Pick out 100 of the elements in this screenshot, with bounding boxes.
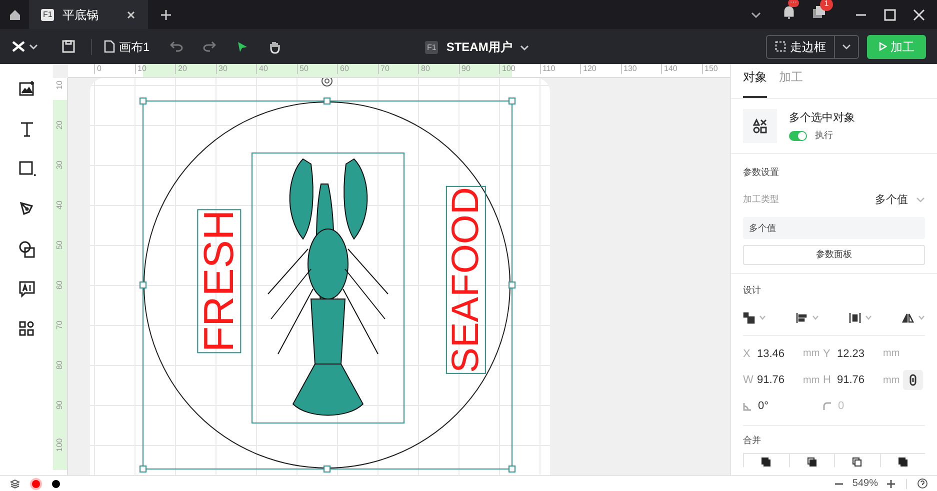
ai-chat-icon[interactable] (18, 280, 36, 298)
unit-label: mm (803, 374, 820, 388)
exclude-button[interactable] (880, 453, 925, 467)
flip-dropdown[interactable] (902, 312, 925, 324)
distribute-icon (849, 312, 861, 324)
windows-badge: 1 (820, 0, 833, 10)
redo-icon[interactable] (202, 41, 216, 52)
color-swatch[interactable] (32, 480, 40, 488)
corner-radius-icon (823, 402, 832, 411)
hand-icon[interactable] (268, 40, 281, 54)
process-type-dropdown[interactable]: 多个值 (875, 192, 925, 208)
object-title: 多个选中对象 (789, 110, 855, 126)
select-arrow-icon[interactable] (236, 40, 248, 52)
canvas-file-button[interactable]: 画布1 (104, 38, 150, 56)
angle-value[interactable]: 0° (758, 398, 769, 414)
caret-icon (865, 314, 872, 321)
ruler-label: 130 (620, 64, 637, 74)
layers-icon[interactable] (10, 478, 20, 488)
file-tab[interactable]: F1 平底锅 (29, 0, 148, 29)
caret-icon (812, 314, 819, 321)
ruler-label: 50 (55, 240, 65, 252)
undo-icon[interactable] (170, 41, 183, 52)
file-icon (104, 40, 115, 53)
caret-icon[interactable] (29, 42, 38, 51)
color-swatch[interactable] (52, 480, 60, 488)
ruler-label: 10 (134, 64, 146, 74)
ruler-label: 10 (55, 80, 65, 92)
union-button[interactable] (743, 453, 788, 467)
field-label: W (743, 372, 751, 388)
shapes-icon[interactable] (18, 240, 36, 258)
ruler-label: 40 (256, 64, 268, 74)
frame-dropdown-button[interactable] (835, 34, 859, 58)
ruler-label: 100 (499, 64, 516, 74)
caret-icon (918, 314, 925, 321)
panel-tab[interactable]: 对象 (743, 68, 767, 98)
params-panel-button[interactable]: 参数面板 (743, 245, 925, 265)
align-left-icon (796, 312, 808, 324)
ruler-label: 40 (55, 200, 65, 212)
field-value[interactable]: 12.23 (837, 346, 877, 362)
intersect-button[interactable] (834, 453, 880, 467)
ruler-label: 60 (337, 64, 349, 74)
bell-icon[interactable] (782, 4, 796, 18)
section-heading: 合并 (743, 434, 762, 446)
distribute-dropdown[interactable] (849, 312, 872, 324)
ruler-label: 140 (661, 64, 678, 74)
zoom-in-icon[interactable] (886, 478, 896, 488)
ruler-label: 20 (55, 120, 65, 132)
ruler-label: 30 (216, 64, 228, 74)
caret-icon (759, 314, 766, 321)
frame-button[interactable]: 走边框 (766, 34, 835, 58)
device-badge: F1 (425, 40, 438, 54)
field-label: H (823, 372, 831, 388)
field-value[interactable]: 13.46 (757, 346, 797, 362)
field-value[interactable]: 91.76 (757, 372, 797, 388)
ruler-label: 70 (55, 320, 65, 332)
file-badge: F1 (41, 8, 54, 20)
exclude-icon (898, 457, 908, 467)
tab-label: 平底锅 (62, 6, 98, 24)
caret-icon (520, 42, 530, 52)
save-icon[interactable] (62, 40, 75, 53)
zoom-level: 549% (852, 477, 878, 491)
toggle-switch[interactable] (789, 130, 807, 141)
arrange-dropdown[interactable] (743, 312, 766, 324)
rectangle-tool-icon[interactable] (18, 160, 36, 178)
dashed-square-icon (775, 41, 786, 52)
ruler-label: 80 (418, 64, 430, 74)
image-add-icon[interactable] (18, 80, 36, 98)
close-icon[interactable] (126, 10, 136, 20)
ruler-label: 60 (55, 280, 65, 292)
arrange-icon (743, 312, 755, 324)
ruler-label: 100 (55, 437, 65, 454)
device-selector[interactable]: F1 STEAM用户 (425, 38, 530, 56)
caret-icon (916, 195, 925, 204)
ruler-label: 50 (296, 64, 308, 74)
ruler-label: 90 (458, 64, 470, 74)
value-field[interactable]: 多个值 (743, 217, 925, 239)
unit-label: mm (803, 347, 820, 362)
ruler-label: 80 (55, 360, 65, 372)
align-left-dropdown[interactable] (796, 312, 819, 324)
ruler-label: 90 (55, 400, 65, 412)
plus-icon[interactable] (160, 8, 172, 20)
help-icon[interactable] (917, 478, 928, 489)
play-icon (878, 42, 886, 51)
link-icon[interactable] (903, 370, 923, 390)
ruler-label: 70 (378, 64, 390, 74)
union-icon (761, 457, 772, 467)
device-name: STEAM用户 (446, 39, 512, 56)
angle-icon (743, 402, 752, 411)
ruler-label: 110 (540, 64, 556, 74)
pen-tool-icon[interactable] (18, 200, 36, 218)
x-logo-icon[interactable] (12, 41, 25, 52)
section-heading: 设计 (743, 284, 762, 297)
field-value[interactable]: 91.76 (837, 372, 877, 388)
canvas-text[interactable]: SEAFOOD (446, 187, 485, 373)
unit-label: mm (883, 374, 900, 388)
ruler-label: 0 (94, 64, 102, 74)
field-label: X (743, 346, 751, 362)
canvas-text[interactable]: FRESH (198, 210, 240, 352)
subtract-button[interactable] (788, 453, 834, 467)
apps-grid-icon[interactable] (18, 320, 36, 338)
